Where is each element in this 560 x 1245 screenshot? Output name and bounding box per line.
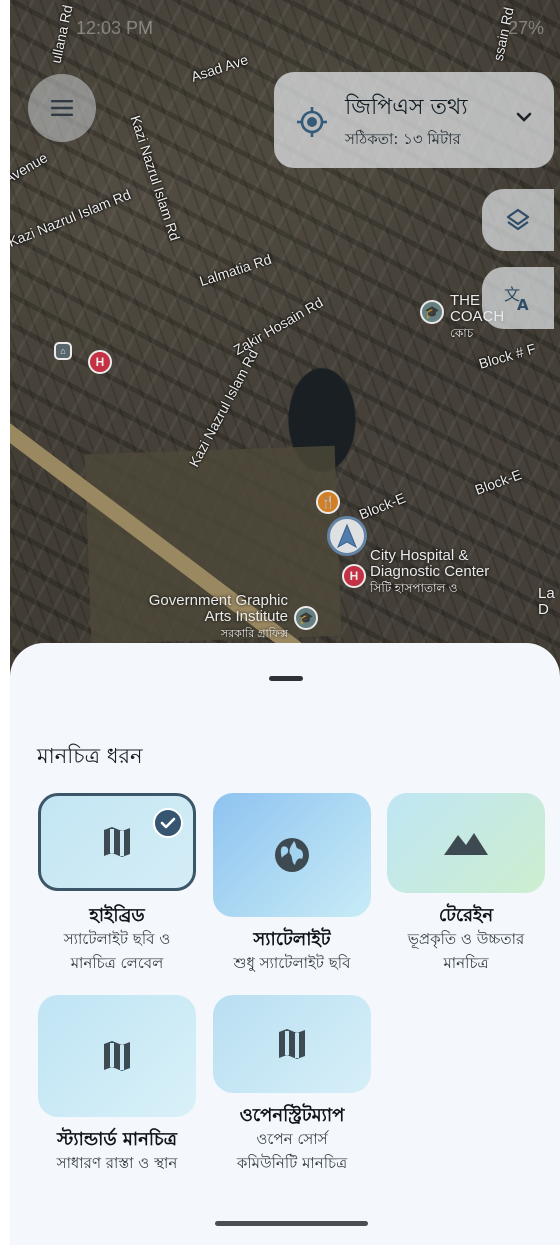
road-label: Block-E [472,466,524,498]
gps-target-icon [297,107,327,137]
road-label: Asad Ave [188,51,250,85]
layers-button[interactable] [482,189,554,251]
map-icon [279,1029,305,1059]
map-icon [104,827,130,857]
menu-icon [51,100,73,116]
poi-label-institute: Government Graphic Arts Institute সরকারি … [148,592,288,641]
globe-icon [275,838,309,872]
poi-label-hospital: City Hospital & Diagnostic Center সিটি হা… [370,547,490,596]
road-label: Kazi Nazrul Islam Rd [10,186,133,250]
map-type-sheet: মানচিত্র ধরন হাইব্রিড স্যাটেলাইট ছবি ও ম… [10,643,560,1245]
road-label: Zakir Hosain Rd [230,293,326,359]
status-time: 12:03 PM [76,18,154,38]
road-label: Block-E [356,489,408,523]
road-label: Lalmatia Rd [197,250,274,290]
map-type-standard-label: স্ট্যান্ডার্ড মানচিত্র সাধারণ রাস্তা ও স… [56,1129,178,1172]
map-type-standard[interactable] [38,995,196,1117]
chevron-down-icon[interactable] [516,112,532,122]
gps-title: জিপিএস তথ্য [345,95,468,120]
battery-percent: 27% [507,18,544,38]
layers-icon [506,208,530,231]
terrain-icon [444,833,488,855]
map-highway [10,396,423,680]
road-label: Block # F [476,340,538,372]
selected-check-icon [153,808,183,838]
map-icon [104,1041,130,1071]
map-type-hybrid[interactable] [38,793,196,891]
road-label: Kazi Nazrul Islam Rd [185,346,262,470]
translate-icon: 文 A [504,285,529,312]
poi-label-edge: La D [538,585,555,618]
map-type-hybrid-label: হাইব্রিড স্যাটেলাইট ছবি ও মানচিত্র লেবেল [63,905,171,972]
school-icon[interactable]: 🎓 [420,300,444,324]
svg-text:A: A [517,296,529,312]
hospital-icon[interactable]: H [342,564,366,588]
map-type-terrain[interactable] [387,793,545,893]
gps-info-card[interactable]: জিপিএস তথ্য সঠিকতা: ১৩ মিটার [274,72,554,168]
map-type-terrain-label: টেরেইন ভূপ্রকৃতি ও উচ্চতার মানচিত্র [407,905,525,972]
hospital-icon[interactable]: H [88,350,112,374]
school-icon[interactable]: 🎓 [294,606,318,630]
road-label: Avenue [10,149,51,187]
bus-stop-icon[interactable]: ⌂ [54,342,72,360]
map-type-satellite[interactable] [213,793,371,917]
gesture-nav-bar[interactable] [215,1221,368,1226]
map-field-area [84,445,342,645]
map-type-openstreetmap[interactable] [213,995,371,1093]
menu-button[interactable] [28,74,96,142]
status-bar: 12:03 PM 27% [10,0,560,56]
map-type-satellite-label: স্যাটেলাইট শুধু স্যাটেলাইট ছবি [233,929,351,972]
translate-button[interactable]: 文 A [482,267,554,329]
road-label: Kazi Nazrul Islam Rd [127,113,184,243]
map-type-openstreetmap-label: ওপেনস্ট্রিটম্যাপ ওপেন সোর্স কমিউনিটি মান… [236,1105,348,1172]
gps-accuracy: সঠিকতা: ১৩ মিটার [345,130,461,148]
restaurant-icon[interactable]: 🍴 [316,490,340,514]
drag-handle[interactable] [269,676,303,681]
my-location-marker [327,516,367,556]
sheet-title: মানচিত্র ধরন [37,744,143,768]
